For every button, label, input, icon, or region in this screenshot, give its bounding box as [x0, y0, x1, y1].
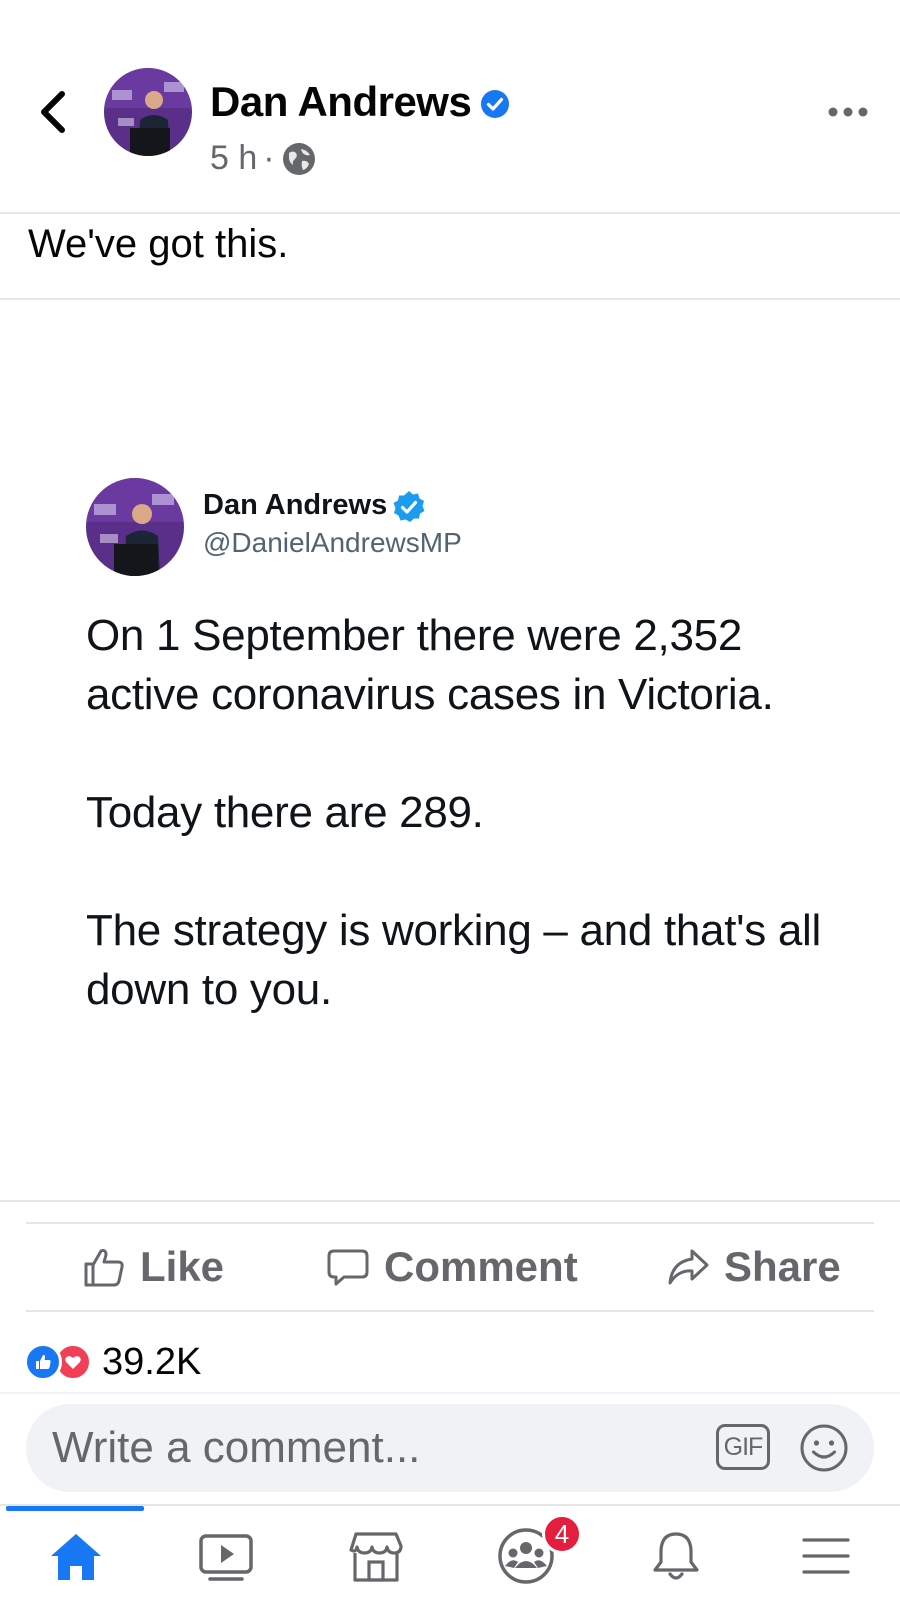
comment-bubble-icon	[327, 1249, 369, 1286]
more-horizontal-icon	[828, 107, 868, 117]
avatar-image	[104, 68, 192, 156]
comment-composer: GIF	[26, 1404, 874, 1492]
verified-badge-icon	[481, 90, 509, 118]
post-actions: Like Comment Share	[26, 1224, 874, 1310]
divider	[26, 1310, 874, 1312]
comment-label: Comment	[384, 1243, 578, 1290]
video-play-icon	[199, 1534, 253, 1581]
thumbs-up-icon	[84, 1249, 124, 1287]
like-reaction-icon	[24, 1343, 62, 1381]
share-label: Share	[724, 1243, 841, 1290]
tweet-paragraph: The strategy is working – and that's all…	[86, 906, 821, 1014]
post-header: Dan Andrews 5 h ·	[0, 0, 900, 214]
post-meta: 5 h ·	[210, 139, 317, 178]
gif-label: GIF	[723, 1432, 764, 1461]
tweet-author-name: Dan Andrews	[203, 489, 388, 521]
reactions-summary[interactable]: 39.2K	[24, 1340, 201, 1384]
post-caption: We've got this.	[28, 222, 289, 266]
tab-watch[interactable]	[196, 1526, 256, 1586]
home-icon	[51, 1534, 101, 1580]
tweet-body: On 1 September there were 2,352 active c…	[86, 606, 846, 1019]
divider	[0, 1200, 900, 1202]
share-button[interactable]: Share	[666, 1224, 841, 1310]
tab-notifications[interactable]	[646, 1526, 706, 1586]
tab-home[interactable]	[46, 1526, 106, 1586]
groups-notification-badge: 4	[542, 1514, 582, 1554]
chevron-left-icon	[41, 91, 65, 133]
author-avatar[interactable]	[104, 68, 192, 156]
comment-button[interactable]: Comment	[326, 1224, 578, 1310]
tab-menu[interactable]	[796, 1526, 856, 1586]
bottom-tab-bar: 4	[0, 1504, 900, 1600]
more-options-button[interactable]	[825, 97, 871, 127]
hamburger-menu-icon	[802, 1538, 850, 1574]
author-name[interactable]: Dan Andrews	[210, 78, 472, 126]
globe-icon	[282, 142, 315, 175]
post-time[interactable]: 5 h	[210, 139, 257, 178]
tweet-handle: @DanielAndrewsMP	[203, 527, 462, 558]
back-button[interactable]	[34, 88, 74, 136]
like-button[interactable]: Like	[82, 1224, 224, 1310]
like-label: Like	[140, 1243, 225, 1290]
verified-badge-icon	[393, 491, 425, 522]
share-arrow-icon	[668, 1249, 709, 1285]
gif-button[interactable]: GIF	[716, 1424, 770, 1470]
comment-input[interactable]	[52, 1404, 712, 1492]
emoji-button[interactable]	[798, 1422, 850, 1474]
reaction-count: 39.2K	[102, 1340, 202, 1383]
marketplace-store-icon	[349, 1532, 403, 1582]
avatar-image	[86, 478, 184, 576]
tab-marketplace[interactable]	[346, 1526, 406, 1586]
active-tab-indicator	[6, 1506, 144, 1511]
bell-icon	[653, 1532, 699, 1580]
meta-separator: ·	[263, 139, 275, 177]
tweet-paragraph: Today there are 289.	[86, 788, 484, 837]
tweet-paragraph: On 1 September there were 2,352 active c…	[86, 611, 774, 719]
smiley-icon	[800, 1424, 848, 1472]
tweet-avatar	[86, 478, 184, 576]
